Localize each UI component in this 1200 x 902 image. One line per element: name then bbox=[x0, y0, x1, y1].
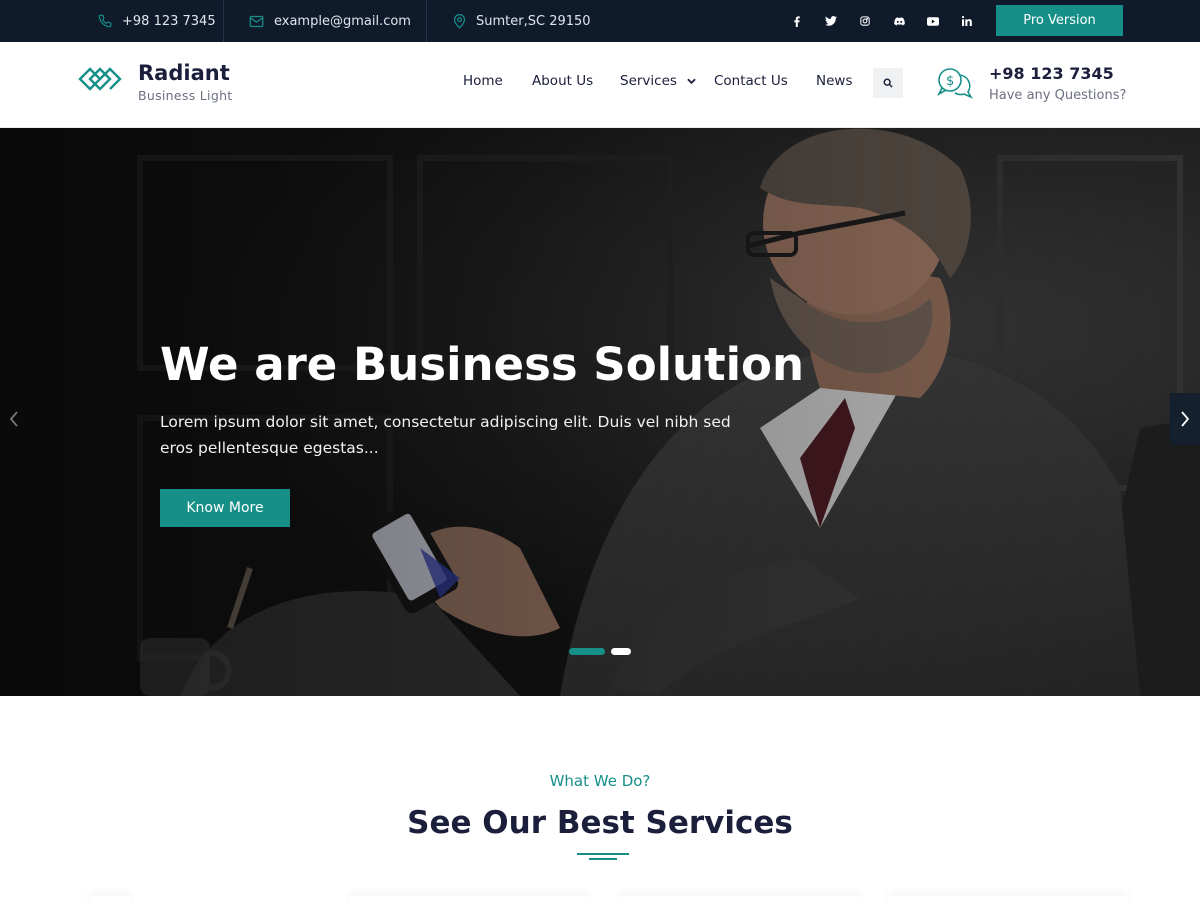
map-pin-icon bbox=[453, 13, 466, 29]
title-underline bbox=[589, 858, 617, 860]
topbar-phone-text: +98 123 7345 bbox=[122, 13, 216, 29]
logo-icon[interactable] bbox=[78, 62, 122, 100]
youtube-icon[interactable] bbox=[922, 10, 944, 32]
header-call-subtitle: Have any Questions? bbox=[989, 88, 1127, 103]
hero-slider: We are Business Solution Lorem ipsum dol… bbox=[0, 128, 1200, 696]
svg-text:$: $ bbox=[946, 74, 954, 89]
chevron-down-icon bbox=[687, 78, 696, 84]
logo-subtitle: Business Light bbox=[138, 88, 233, 103]
topbar-divider bbox=[426, 0, 427, 42]
topbar-address: Sumter,SC 29150 bbox=[453, 0, 591, 42]
nav-contact-us[interactable]: Contact Us bbox=[714, 73, 788, 89]
discord-icon[interactable] bbox=[888, 10, 910, 32]
slider-prev-button[interactable] bbox=[0, 393, 28, 445]
top-bar: +98 123 7345 example@gmail.com Sumter,SC… bbox=[0, 0, 1200, 42]
slider-next-button[interactable] bbox=[1170, 393, 1200, 445]
nav-services-label: Services bbox=[620, 73, 677, 89]
hero-description: Lorem ipsum dolor sit amet, consectetur … bbox=[160, 413, 731, 457]
topbar-divider bbox=[223, 0, 224, 42]
facebook-icon[interactable] bbox=[786, 10, 808, 32]
social-links bbox=[786, 0, 990, 42]
slider-dots bbox=[569, 648, 637, 655]
service-card[interactable] bbox=[350, 896, 588, 902]
services-title: See Our Best Services bbox=[407, 805, 793, 841]
twitter-icon[interactable] bbox=[820, 10, 842, 32]
logo-title[interactable]: Radiant bbox=[138, 61, 230, 85]
chevron-left-icon bbox=[9, 411, 18, 427]
linkedin-icon[interactable] bbox=[956, 10, 978, 32]
know-more-button[interactable]: Know More bbox=[160, 489, 290, 527]
search-button[interactable] bbox=[873, 68, 903, 98]
nav-home[interactable]: Home bbox=[463, 73, 503, 89]
instagram-icon[interactable] bbox=[854, 10, 876, 32]
nav-services[interactable]: Services bbox=[620, 73, 696, 89]
search-icon bbox=[883, 78, 893, 88]
header-call-number[interactable]: +98 123 7345 bbox=[989, 64, 1114, 83]
chevron-right-icon bbox=[1181, 411, 1190, 427]
chat-money-icon: $ bbox=[935, 66, 975, 104]
pro-version-button[interactable]: Pro Version bbox=[996, 5, 1123, 36]
services-kicker: What We Do? bbox=[549, 772, 651, 790]
topbar-email-text: example@gmail.com bbox=[274, 13, 411, 29]
nav-about-us[interactable]: About Us bbox=[532, 73, 593, 89]
service-card[interactable] bbox=[888, 896, 1128, 902]
topbar-address-text: Sumter,SC 29150 bbox=[476, 13, 591, 29]
slider-dot[interactable] bbox=[611, 648, 631, 655]
slider-dot-active[interactable] bbox=[569, 648, 605, 655]
nav-news[interactable]: News bbox=[816, 73, 852, 89]
service-card[interactable] bbox=[620, 896, 860, 902]
topbar-phone[interactable]: +98 123 7345 bbox=[98, 0, 216, 42]
title-underline bbox=[577, 853, 629, 855]
service-card[interactable] bbox=[90, 896, 130, 902]
envelope-icon bbox=[249, 15, 264, 27]
hero-title: We are Business Solution bbox=[160, 338, 804, 391]
topbar-email[interactable]: example@gmail.com bbox=[249, 0, 411, 42]
site-header: Radiant Business Light Home About Us Ser… bbox=[0, 42, 1200, 128]
phone-icon bbox=[98, 14, 112, 28]
